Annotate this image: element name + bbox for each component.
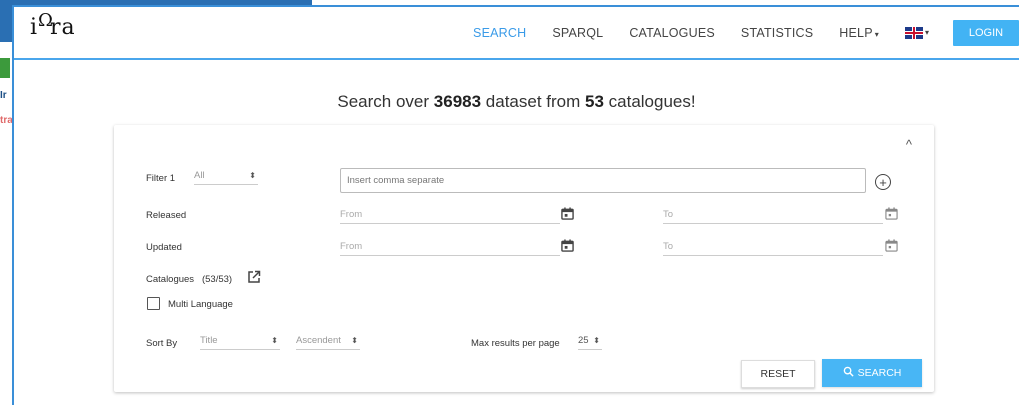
updated-label: Updated [146, 242, 182, 253]
released-to-field[interactable]: To [663, 206, 883, 224]
headline-suffix: catalogues! [603, 92, 696, 111]
chevron-updown-icon: ⬍ [593, 336, 600, 345]
nav-item-search[interactable]: SEARCH [473, 26, 526, 40]
sort-field-value: Title [200, 335, 218, 346]
chevron-updown-icon: ⬍ [249, 171, 256, 180]
filter-type-value: All [194, 170, 205, 181]
search-button[interactable]: SEARCH [822, 359, 922, 387]
keywords-input[interactable]: Insert comma separate [340, 168, 866, 193]
open-external-icon[interactable] [247, 270, 261, 284]
catalogues-count: (53/53) [201, 274, 233, 285]
max-results-label: Max results per page [471, 338, 560, 349]
keywords-placeholder: Insert comma separate [347, 175, 445, 186]
app-window: iΩra SEARCH SPARQL CATALOGUES STATISTICS… [12, 5, 1019, 405]
chevron-updown-icon: ⬍ [271, 336, 278, 345]
brand-logo-text: iΩra [30, 10, 76, 40]
multi-language-label: Multi Language [168, 299, 233, 310]
nav-item-help[interactable]: HELP ▾ [839, 26, 879, 40]
sort-order-select[interactable]: Ascendent ⬍ [296, 332, 360, 350]
chevron-down-icon[interactable]: ▾ [925, 28, 929, 37]
catalogues-label-text: Catalogues [146, 274, 195, 285]
sort-field-select[interactable]: Title ⬍ [200, 332, 280, 350]
background-text-fragment: tra [0, 115, 12, 126]
main-nav: SEARCH SPARQL CATALOGUES STATISTICS HELP… [447, 7, 1019, 58]
calendar-icon[interactable] [561, 239, 574, 252]
sort-by-label: Sort By [146, 338, 178, 349]
nav-item-sparql[interactable]: SPARQL [552, 26, 603, 40]
calendar-icon[interactable] [885, 207, 898, 220]
max-results-select[interactable]: 25 ⬍ [578, 332, 602, 350]
add-filter-icon[interactable]: + [875, 174, 891, 190]
top-navbar: iΩra SEARCH SPARQL CATALOGUES STATISTICS… [14, 7, 1019, 60]
multi-language-checkbox[interactable] [147, 297, 160, 310]
brand-logo[interactable]: iΩra [30, 10, 76, 40]
page: Ir tra iΩra SEARCH SPARQL CATALOGUES STA… [0, 0, 1019, 405]
search-icon [843, 366, 854, 380]
filter-type-select[interactable]: All ⬍ [194, 167, 258, 185]
calendar-icon[interactable] [561, 207, 574, 220]
login-button[interactable]: LOGIN [953, 19, 1019, 46]
collapse-icon[interactable]: ^ [906, 137, 912, 152]
background-banner [0, 0, 12, 42]
updated-from-field[interactable]: From [340, 238, 560, 256]
nav-item-help-label: HELP [839, 25, 873, 40]
search-headline: Search over 36983 dataset from 53 catalo… [14, 92, 1019, 112]
dataset-count: 36983 [433, 92, 482, 111]
background-page-fragment: Ir tra [0, 0, 12, 405]
chevron-updown-icon: ⬍ [351, 336, 358, 345]
background-logo-fragment [0, 58, 10, 78]
background-text-fragment: Ir [0, 90, 7, 101]
sort-order-value: Ascendent [296, 335, 341, 346]
nav-item-catalogues[interactable]: CATALOGUES [629, 26, 715, 40]
headline-prefix: Search over [337, 92, 434, 111]
released-from-field[interactable]: From [340, 206, 560, 224]
headline-middle: dataset from [481, 92, 585, 111]
updated-to-field[interactable]: To [663, 238, 883, 256]
chevron-down-icon: ▾ [874, 29, 879, 39]
uk-flag-icon[interactable] [904, 26, 923, 39]
catalogues-label: Catalogues (53/53) [146, 274, 232, 285]
reset-button[interactable]: RESET [741, 360, 815, 388]
search-form-card: ^ Filter 1 All ⬍ Insert comma separate + … [114, 125, 934, 392]
max-results-value: 25 [578, 335, 589, 346]
catalogue-count: 53 [585, 92, 604, 111]
calendar-icon[interactable] [885, 239, 898, 252]
filter-label: Filter 1 [146, 173, 176, 184]
search-button-label: SEARCH [857, 367, 902, 379]
released-label: Released [146, 210, 187, 221]
nav-item-statistics[interactable]: STATISTICS [741, 26, 813, 40]
